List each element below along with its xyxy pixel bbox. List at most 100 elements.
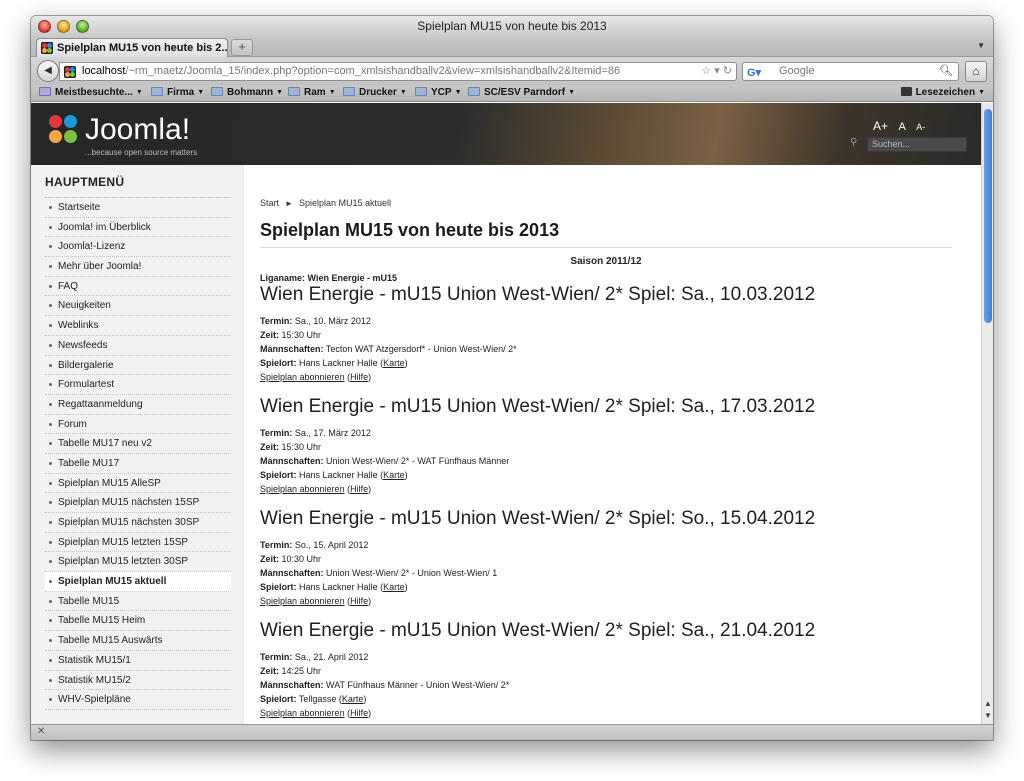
map-link[interactable]: Karte — [383, 582, 405, 592]
menu-item[interactable]: Tabelle MU17 neu v2 — [45, 434, 231, 454]
menu-item[interactable]: Weblinks — [45, 316, 231, 336]
menu-item[interactable]: Mehr über Joomla! — [45, 257, 231, 277]
game-details: Termin: So., 15. April 2012 Zeit: 10:30 U… — [260, 540, 498, 606]
reload-icon[interactable]: ↻ — [723, 65, 732, 77]
site-header: Joomla! ...because open source matters A… — [31, 103, 981, 165]
bookmark-sc-esv-parndorf[interactable]: SC/ESV Parndorf ▼ — [468, 85, 575, 101]
folder-icon — [343, 87, 355, 96]
search-icon[interactable]: 🔍︎ — [939, 63, 953, 80]
menu-item[interactable]: Joomla!-Lizenz — [45, 237, 231, 258]
map-link[interactable]: Karte — [383, 358, 405, 368]
termin-value: So., 15. April 2012 — [294, 540, 369, 550]
back-button[interactable]: ◀ — [37, 60, 59, 82]
menu-item[interactable]: Spielplan MU15 letzten 30SP — [45, 552, 231, 573]
url-path: /~rm_maetz/Joomla_15/index.php?option=co… — [125, 65, 621, 77]
breadcrumb-current: Spielplan MU15 aktuell — [298, 198, 391, 208]
game-details: Termin: Sa., 21. April 2012 Zeit: 14:25 U… — [260, 652, 510, 718]
menu-item[interactable]: Tabelle MU15 Heim — [45, 611, 231, 632]
menu-item[interactable]: Spielplan MU15 aktuell — [45, 572, 231, 592]
mannschaften-label: Mannschaften: — [260, 344, 324, 354]
menu-item[interactable]: Tabelle MU15 Auswärts — [45, 631, 231, 651]
new-tab-button[interactable]: + — [231, 39, 253, 56]
spielort-label: Spielort: — [260, 694, 297, 704]
font-smaller-button[interactable]: A- — [916, 122, 925, 132]
vertical-scrollbar[interactable]: ▲ ▼ — [981, 103, 993, 724]
bookmark-drucker[interactable]: Drucker ▼ — [343, 85, 407, 101]
bookmark-reader[interactable]: Lesezeichen ▼ — [900, 85, 985, 101]
search-bar[interactable]: G▾ Google 🔍︎ — [742, 62, 959, 81]
zeit-value: 10:30 Uhr — [281, 554, 322, 564]
mannschaften-value: Union West-Wien/ 2* - WAT Fünfhaus Männe… — [326, 456, 510, 466]
back-arrow-icon: ◀ — [44, 65, 52, 76]
zoom-window-button[interactable] — [76, 20, 89, 33]
subscribe-link[interactable]: Spielplan abonnieren — [260, 372, 345, 382]
site-search-input[interactable]: Suchen... — [867, 137, 967, 152]
help-link[interactable]: Hilfe — [350, 708, 368, 718]
help-link[interactable]: Hilfe — [350, 484, 368, 494]
bookmark-bohmann[interactable]: Bohmann ▼ — [211, 85, 283, 101]
menu-item[interactable]: Newsfeeds — [45, 336, 231, 356]
menu-item[interactable]: Regattaanmeldung — [45, 395, 231, 415]
close-addon-bar-icon[interactable]: ✕ — [37, 726, 45, 737]
menu-item[interactable]: WHV-Spielpläne — [45, 690, 231, 710]
breadcrumb-home-link[interactable]: Start — [260, 198, 279, 208]
bookmark-firma[interactable]: Firma ▼ — [151, 85, 204, 101]
menu-item[interactable]: Spielplan MU15 letzten 15SP — [45, 533, 231, 553]
minimize-window-button[interactable] — [57, 20, 70, 33]
bookmark-star-icon[interactable]: ☆ — [701, 65, 711, 77]
scroll-up-icon[interactable]: ▲ — [984, 699, 992, 708]
menu-item[interactable]: Formulartest — [45, 375, 231, 395]
browser-tab[interactable]: Spielplan MU15 von heute bis 2... — [36, 38, 228, 57]
spielort-value: Hans Lackner Halle — [299, 358, 378, 368]
menu-list: Startseite Joomla! im Überblick Joomla!-Li… — [45, 197, 231, 710]
menu-item[interactable]: Statistik MU15/1 — [45, 651, 231, 671]
map-link[interactable]: Karte — [342, 694, 364, 704]
scrollbar-thumb[interactable] — [984, 109, 992, 323]
bookmark-meistbesuchte[interactable]: Meistbesuchte... ▼ — [39, 85, 143, 101]
folder-icon — [211, 87, 223, 96]
chevron-down-icon: ▼ — [276, 89, 284, 96]
menu-item[interactable]: Forum — [45, 415, 231, 435]
mannschaften-label: Mannschaften: — [260, 680, 324, 690]
navigation-bar: ◀ localhost/~rm_maetz/Joomla_15/index.ph… — [31, 57, 993, 85]
help-link[interactable]: Hilfe — [350, 596, 368, 606]
spielort-value: Tellgasse — [298, 694, 337, 704]
bookmark-ycp[interactable]: YCP ▼ — [415, 85, 462, 101]
reading-list-icon — [900, 87, 912, 96]
site-identity-icon — [64, 66, 76, 78]
chevron-down-icon: ▼ — [568, 89, 576, 96]
subscribe-link[interactable]: Spielplan abonnieren — [260, 484, 345, 494]
menu-item[interactable]: Joomla! im Überblick — [45, 218, 231, 238]
menu-item[interactable]: Spielplan MU15 AlleSP — [45, 474, 231, 494]
font-bigger-button[interactable]: A+ — [873, 119, 888, 133]
help-link[interactable]: Hilfe — [350, 372, 368, 382]
scroll-down-icon[interactable]: ▼ — [984, 711, 992, 720]
menu-item[interactable]: Bildergalerie — [45, 356, 231, 376]
close-window-button[interactable] — [38, 20, 51, 33]
menu-item[interactable]: Spielplan MU15 nächsten 15SP — [45, 493, 231, 513]
browser-window: Spielplan MU15 von heute bis 2013 Spielp… — [31, 16, 993, 740]
subscribe-link[interactable]: Spielplan abonnieren — [260, 708, 345, 718]
url-bar[interactable]: localhost/~rm_maetz/Joomla_15/index.php?… — [59, 62, 737, 81]
menu-item[interactable]: Startseite — [45, 198, 231, 218]
mannschaften-value: Union West-Wien/ 2* - Union West-Wien/ 1 — [326, 568, 498, 578]
tab-list-chevron-icon[interactable]: ▼ — [977, 41, 985, 50]
league-name: Liganame: Wien Energie - mU15 — [260, 273, 397, 283]
bookmark-ram[interactable]: Ram ▼ — [288, 85, 336, 101]
home-button[interactable]: ⌂ — [965, 61, 987, 82]
menu-item[interactable]: Statistik MU15/2 — [45, 671, 231, 691]
menu-item[interactable]: Tabelle MU17 — [45, 454, 231, 474]
menu-item[interactable]: Neuigkeiten — [45, 296, 231, 317]
logo-tagline: ...because open source matters — [85, 148, 198, 157]
menu-item[interactable]: Spielplan MU15 nächsten 30SP — [45, 513, 231, 533]
termin-value: Sa., 17. März 2012 — [294, 428, 371, 438]
menu-item[interactable]: FAQ — [45, 277, 231, 297]
subscribe-link[interactable]: Spielplan abonnieren — [260, 596, 345, 606]
url-dropdown-icon[interactable]: ▾ — [714, 65, 720, 77]
google-engine-icon[interactable]: G▾ — [747, 65, 761, 82]
font-reset-button[interactable]: A — [898, 121, 905, 133]
mannschaften-value: Tecton WAT Atzgersdorf* - Union West-Wie… — [325, 344, 517, 354]
map-link[interactable]: Karte — [383, 470, 405, 480]
termin-value: Sa., 21. April 2012 — [294, 652, 369, 662]
menu-item[interactable]: Tabelle MU15 — [45, 592, 231, 612]
